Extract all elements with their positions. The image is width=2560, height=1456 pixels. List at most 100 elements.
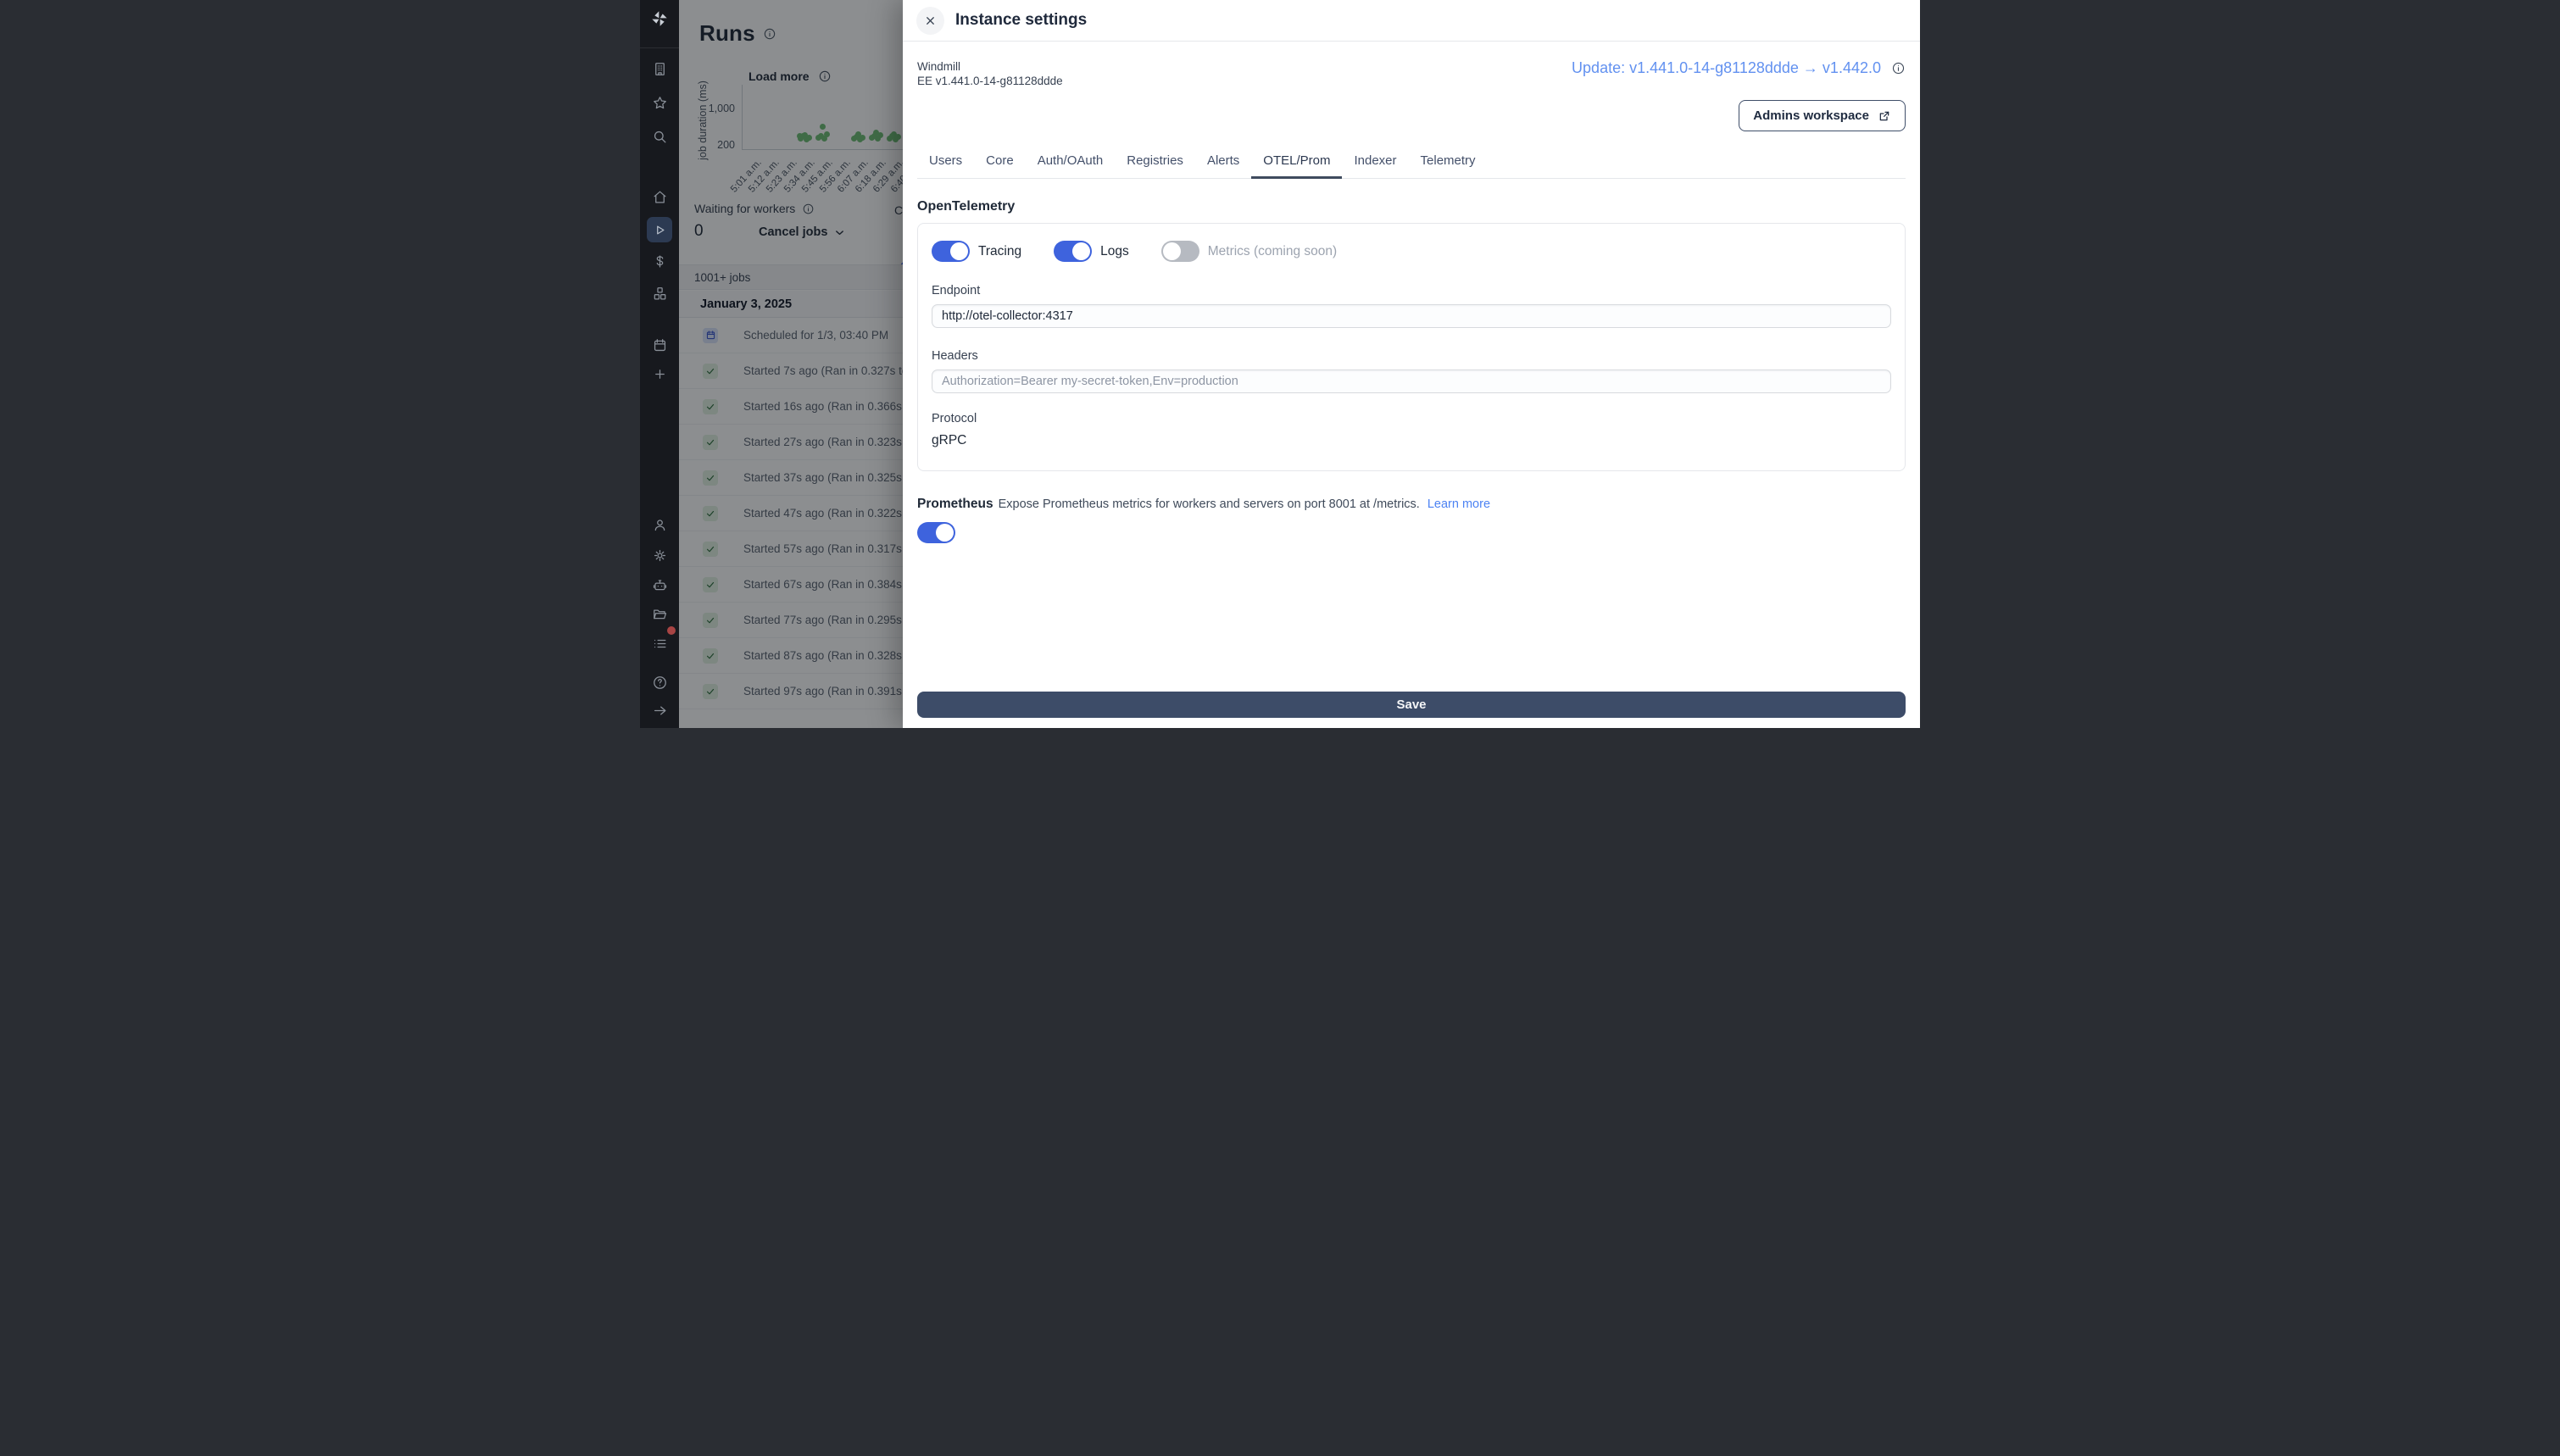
sidebar-item-home-icon[interactable] — [647, 184, 672, 209]
admins-workspace-label: Admins workspace — [1753, 108, 1869, 123]
scheduled-calendar-icon — [703, 327, 718, 343]
scatter-dot — [797, 132, 803, 139]
endpoint-input[interactable] — [932, 304, 1891, 328]
load-more-info-icon[interactable] — [818, 69, 832, 83]
success-check-icon — [703, 363, 718, 379]
sidebar-item-workspace-building-icon[interactable] — [647, 56, 672, 81]
app-screen: Runs Load more job duration (ms) 1,000 20… — [640, 0, 1920, 728]
update-link[interactable]: Update: v1.441.0-14-g81128ddde → v1.442.… — [1572, 59, 1881, 77]
update-info-icon[interactable] — [1891, 61, 1906, 75]
sidebar-item-variables-dollar-icon[interactable] — [647, 248, 672, 274]
success-check-icon — [703, 470, 718, 486]
tracing-toggle[interactable] — [932, 241, 970, 262]
tab-otel-prom[interactable]: OTEL/Prom — [1251, 147, 1343, 179]
cancel-jobs-button[interactable]: Cancel jobs — [759, 225, 846, 239]
job-row-text: Scheduled for 1/3, 03:40 PM — [743, 329, 889, 342]
success-check-icon — [703, 398, 718, 414]
scatter-dot — [818, 132, 824, 139]
success-check-icon — [703, 612, 718, 628]
notification-badge — [667, 626, 676, 635]
favorites-star-icon — [653, 96, 666, 108]
y-axis-tick: 1,000 — [708, 103, 735, 114]
runs-play-icon — [656, 225, 664, 234]
logs-toggle[interactable] — [1054, 241, 1093, 262]
sidebar-item-windmill-logo-icon[interactable] — [647, 6, 672, 31]
app-name: Windmill — [917, 60, 961, 73]
toggle-label: Tracing — [978, 243, 1022, 258]
scatter-dot — [891, 131, 897, 137]
opentelemetry-heading: OpenTelemetry — [917, 199, 1016, 214]
users-person-icon — [654, 519, 665, 531]
tab-auth-oauth[interactable]: Auth/OAuth — [1026, 147, 1116, 179]
scatter-dot — [855, 131, 861, 138]
schedules-calendar-icon — [654, 338, 665, 351]
scatter-dot — [873, 129, 879, 136]
sidebar-item-add-plus-icon[interactable] — [647, 361, 672, 386]
app-version: EE v1.441.0-14-g81128ddde — [917, 75, 1063, 87]
prometheus-section: Prometheus Expose Prometheus metrics for … — [917, 497, 1906, 512]
toggle-knob — [1072, 242, 1091, 260]
waiting-for-workers-label: Waiting for workers — [694, 202, 796, 215]
waiting-info-icon[interactable] — [802, 203, 815, 215]
tab-alerts[interactable]: Alerts — [1195, 147, 1251, 179]
toggle-label: Logs — [1100, 243, 1129, 258]
success-check-icon — [703, 683, 718, 699]
tab-telemetry[interactable]: Telemetry — [1409, 147, 1488, 179]
endpoint-label: Endpoint — [932, 284, 981, 297]
success-check-icon — [703, 434, 718, 450]
prometheus-toggle[interactable] — [917, 522, 955, 543]
toggle-row-metrics: Metrics (coming soon) — [1160, 241, 1338, 262]
help-question-icon — [653, 675, 666, 689]
sidebar-item-help-question-icon[interactable] — [647, 670, 672, 695]
runs-info-icon[interactable] — [763, 27, 776, 41]
chart-y-axis-line — [742, 85, 743, 149]
folders-icon — [653, 609, 666, 619]
add-plus-icon — [654, 369, 665, 379]
sidebar-item-audit-logs-list-icon[interactable] — [647, 626, 676, 656]
load-more-button[interactable]: Load more — [749, 69, 810, 83]
sidebar-item-users-person-icon[interactable] — [647, 512, 672, 537]
sidebar-item-collapse-arrow-right-icon[interactable] — [647, 697, 672, 723]
save-button[interactable]: Save — [917, 692, 1906, 718]
headers-input[interactable] — [932, 370, 1891, 393]
scatter-dot — [824, 131, 830, 138]
sidebar-item-resources-blocks-icon[interactable] — [647, 281, 672, 306]
close-button[interactable] — [916, 6, 944, 35]
protocol-label: Protocol — [932, 412, 977, 425]
scatter-dot — [802, 131, 808, 138]
sidebar-item-favorites-star-icon[interactable] — [647, 90, 672, 115]
learn-more-link[interactable]: Learn more — [1427, 497, 1490, 511]
sidebar-item-runs-play-icon[interactable] — [647, 217, 672, 242]
version-block: Windmill EE v1.441.0-14-g81128ddde — [917, 59, 1063, 88]
sidebar-divider — [640, 47, 679, 48]
sidebar-item-settings-gear-icon[interactable] — [647, 542, 672, 568]
sidebar-item-ai-robot-icon[interactable] — [647, 572, 672, 597]
sidebar-item-schedules-calendar-icon[interactable] — [647, 332, 672, 358]
scatter-dot — [820, 123, 826, 130]
chart-y-axis-label: job duration (ms) — [697, 81, 709, 160]
toggle-knob — [950, 242, 968, 260]
ai-robot-icon — [653, 579, 666, 590]
tab-registries[interactable]: Registries — [1115, 147, 1195, 179]
drawer-body: Windmill EE v1.441.0-14-g81128ddde Updat… — [903, 42, 1920, 728]
success-check-icon — [703, 647, 718, 664]
success-check-icon — [703, 576, 718, 592]
external-link-icon — [1878, 109, 1891, 123]
admins-workspace-button[interactable]: Admins workspace — [1739, 100, 1906, 131]
tab-users[interactable]: Users — [917, 147, 974, 179]
audit-logs-list-icon — [654, 639, 665, 647]
prometheus-title: Prometheus — [917, 497, 993, 511]
workspace-building-icon — [654, 62, 665, 75]
toggle-row-tracing: Tracing — [932, 241, 1021, 262]
sidebar-item-folders-icon[interactable] — [647, 601, 672, 626]
settings-gear-icon — [654, 549, 665, 561]
cancel-jobs-label: Cancel jobs — [759, 225, 828, 239]
toggle-label: Metrics (coming soon) — [1207, 243, 1338, 258]
tab-core[interactable]: Core — [974, 147, 1026, 179]
variables-dollar-icon — [656, 255, 663, 267]
tab-indexer[interactable]: Indexer — [1342, 147, 1408, 179]
instance-settings-drawer: Instance settings Windmill EE v1.441.0-1… — [903, 0, 1920, 728]
chevron-down-icon — [833, 226, 846, 239]
date-header: January 3, 2025 — [700, 297, 793, 311]
sidebar-item-search-icon[interactable] — [647, 124, 672, 149]
